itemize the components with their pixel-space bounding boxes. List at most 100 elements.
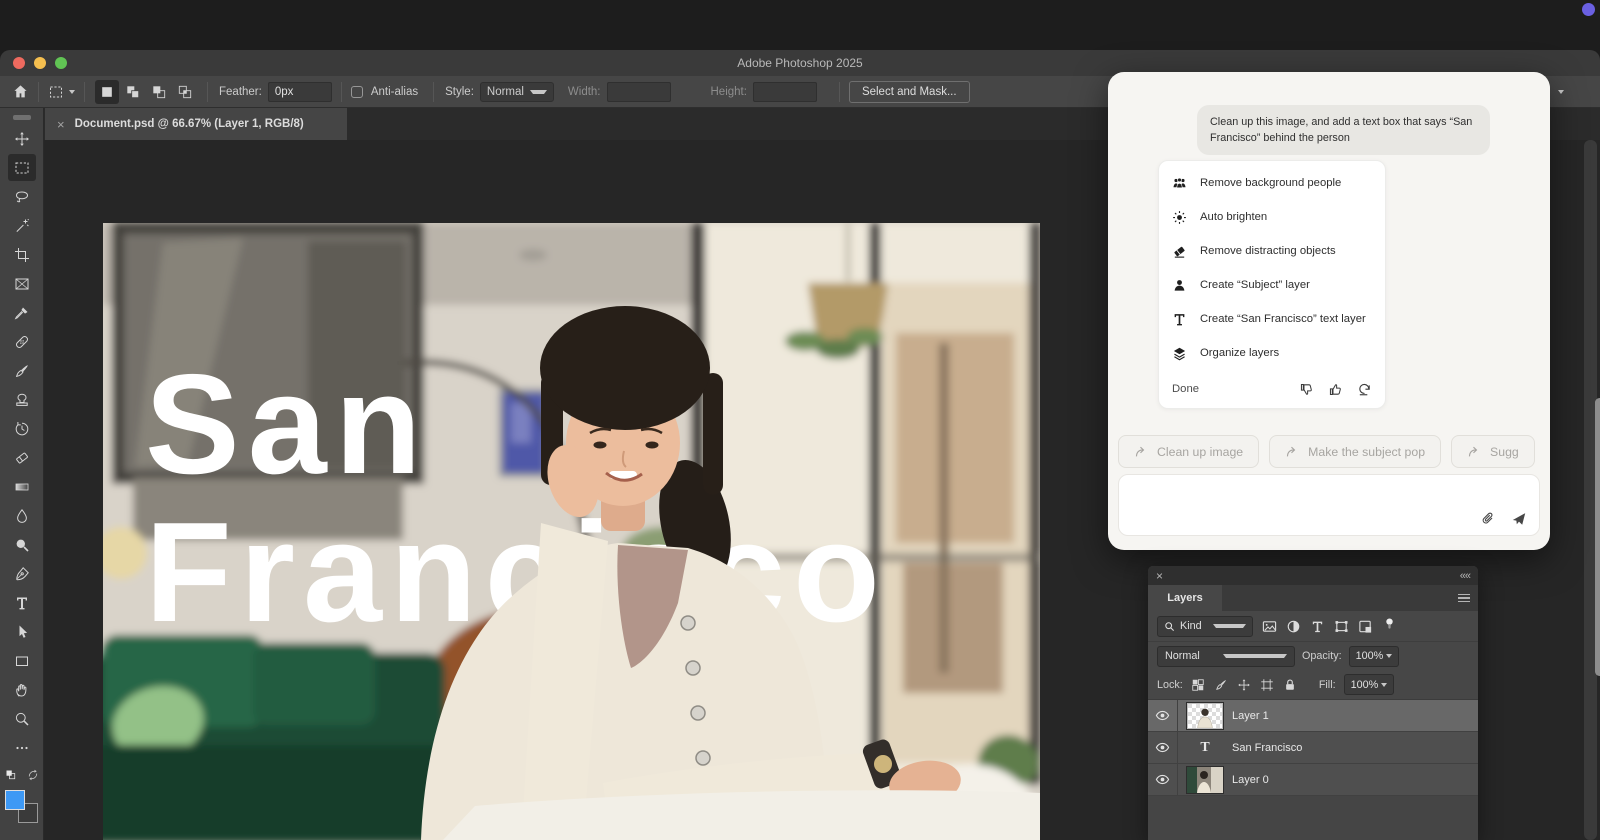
lasso-tool[interactable]	[8, 183, 36, 210]
type-filter-icon[interactable]	[1310, 619, 1325, 634]
type-tool[interactable]	[8, 589, 36, 616]
retry-icon[interactable]	[1357, 382, 1372, 397]
panel-collapse-icon[interactable]: ««	[1460, 570, 1470, 582]
layer-thumbnail[interactable]	[1187, 767, 1223, 793]
chevron-down-icon	[530, 90, 547, 94]
tab-close-icon[interactable]: ×	[57, 118, 65, 131]
lock-all-icon[interactable]	[1283, 678, 1297, 692]
brush-tool[interactable]	[8, 357, 36, 384]
action-organize-layers[interactable]: Organize layers	[1159, 336, 1385, 370]
visibility-eye-icon[interactable]	[1148, 764, 1178, 795]
layer-filter-row: Kind	[1148, 611, 1478, 641]
swap-colors-icon[interactable]	[27, 768, 39, 786]
hand-tool[interactable]	[8, 676, 36, 703]
visibility-eye-icon[interactable]	[1148, 732, 1178, 763]
add-to-selection-button[interactable]	[121, 80, 145, 104]
image-filter-icon[interactable]	[1262, 619, 1277, 634]
toolbar-collapse-handle[interactable]	[13, 115, 31, 120]
rectangular-marquee-tool[interactable]	[8, 154, 36, 181]
lock-paint-icon[interactable]	[1214, 678, 1228, 692]
dodge-tool[interactable]	[8, 531, 36, 558]
brighten-icon	[1172, 210, 1187, 225]
feather-input[interactable]	[268, 82, 332, 102]
height-input[interactable]	[753, 82, 817, 102]
default-colors-icon[interactable]	[5, 768, 17, 786]
document-tab[interactable]: × Document.psd @ 66.67% (Layer 1, RGB/8)	[45, 108, 347, 140]
subject-icon	[1172, 278, 1187, 293]
visibility-eye-icon[interactable]	[1148, 700, 1178, 731]
action-auto-brighten[interactable]: Auto brighten	[1159, 200, 1385, 234]
layer-row-san-francisco[interactable]: T San Francisco	[1148, 732, 1478, 764]
eraser-tool[interactable]	[8, 444, 36, 471]
zoom-tool[interactable]	[8, 705, 36, 732]
path-select-tool[interactable]	[8, 618, 36, 645]
filter-toggle-dot[interactable]	[1382, 616, 1397, 631]
foreground-color-swatch[interactable]	[5, 790, 25, 810]
select-and-mask-button[interactable]: Select and Mask...	[849, 81, 970, 103]
action-create-subject-layer[interactable]: Create “Subject” layer	[1159, 268, 1385, 302]
subtract-from-selection-button[interactable]	[147, 80, 171, 104]
home-icon[interactable]	[12, 83, 29, 100]
lock-artboard-icon[interactable]	[1260, 678, 1274, 692]
chevron-down-icon	[1381, 683, 1387, 687]
scrollbar-thumb[interactable]	[1595, 398, 1600, 676]
shape-filter-icon[interactable]	[1334, 619, 1349, 634]
kind-filter-select[interactable]: Kind	[1157, 616, 1253, 637]
move-tool[interactable]	[8, 125, 36, 152]
tab-layers[interactable]: Layers	[1148, 585, 1222, 611]
adjustment-filter-icon[interactable]	[1286, 619, 1301, 634]
people-icon	[1172, 176, 1187, 191]
eyedropper-tool[interactable]	[8, 299, 36, 326]
menubar-status-dot[interactable]	[1582, 3, 1595, 16]
frame-tool[interactable]	[8, 270, 36, 297]
text-layer-thumbnail[interactable]: T	[1187, 735, 1223, 761]
edit-toolbar-button[interactable]	[8, 734, 36, 761]
clone-stamp-tool[interactable]	[8, 386, 36, 413]
panel-close-icon[interactable]: ×	[1156, 569, 1163, 583]
suggestion-buttons: Clean up image Make the subject pop Sugg	[1118, 435, 1535, 468]
window-title: Adobe Photoshop 2025	[0, 56, 1600, 70]
tool-preset-icon[interactable]	[48, 84, 64, 100]
layer-row-layer-1[interactable]: Layer 1	[1148, 700, 1478, 732]
magic-wand-tool[interactable]	[8, 212, 36, 239]
intersect-selection-button[interactable]	[173, 80, 197, 104]
chevron-down-icon[interactable]	[1558, 90, 1564, 94]
smart-object-filter-icon[interactable]	[1358, 619, 1373, 634]
healing-brush-tool[interactable]	[8, 328, 36, 355]
paperclip-icon[interactable]	[1480, 511, 1496, 527]
history-brush-tool[interactable]	[8, 415, 36, 442]
thumbs-down-icon[interactable]	[1299, 382, 1314, 397]
layer-thumbnail[interactable]	[1187, 703, 1223, 729]
layers-panel-empty-area	[1148, 796, 1478, 840]
panel-menu-icon[interactable]	[1458, 594, 1470, 603]
suggestion-make-subject-pop[interactable]: Make the subject pop	[1269, 435, 1441, 468]
action-remove-distracting-objects[interactable]: Remove distracting objects	[1159, 234, 1385, 268]
prompt-input[interactable]	[1118, 474, 1540, 536]
gradient-tool[interactable]	[8, 473, 36, 500]
antialias-checkbox[interactable]	[351, 86, 363, 98]
pen-tool[interactable]	[8, 560, 36, 587]
system-menubar	[0, 0, 1600, 50]
chevron-down-icon	[1213, 624, 1247, 628]
opacity-value[interactable]: 100%	[1349, 646, 1399, 667]
crop-tool[interactable]	[8, 241, 36, 268]
layer-row-layer-0[interactable]: Layer 0	[1148, 764, 1478, 796]
suggestion-more[interactable]: Sugg	[1451, 435, 1535, 468]
lock-transparency-icon[interactable]	[1191, 678, 1205, 692]
opacity-label: Opacity:	[1302, 650, 1342, 662]
chevron-down-icon[interactable]	[69, 90, 75, 94]
lock-position-icon[interactable]	[1237, 678, 1251, 692]
blend-mode-select[interactable]: Normal	[1157, 646, 1295, 667]
document-canvas[interactable]: San Francisco	[103, 223, 1040, 840]
thumbs-up-icon[interactable]	[1328, 382, 1343, 397]
new-selection-button[interactable]	[95, 80, 119, 104]
action-create-text-layer[interactable]: Create “San Francisco” text layer	[1159, 302, 1385, 336]
rectangle-tool[interactable]	[8, 647, 36, 674]
width-input[interactable]	[607, 82, 671, 102]
blur-tool[interactable]	[8, 502, 36, 529]
fill-value[interactable]: 100%	[1344, 674, 1394, 695]
style-select[interactable]: Normal	[480, 82, 554, 102]
action-remove-background-people[interactable]: Remove background people	[1159, 166, 1385, 200]
suggestion-clean-up-image[interactable]: Clean up image	[1118, 435, 1259, 468]
send-icon[interactable]	[1511, 511, 1527, 527]
